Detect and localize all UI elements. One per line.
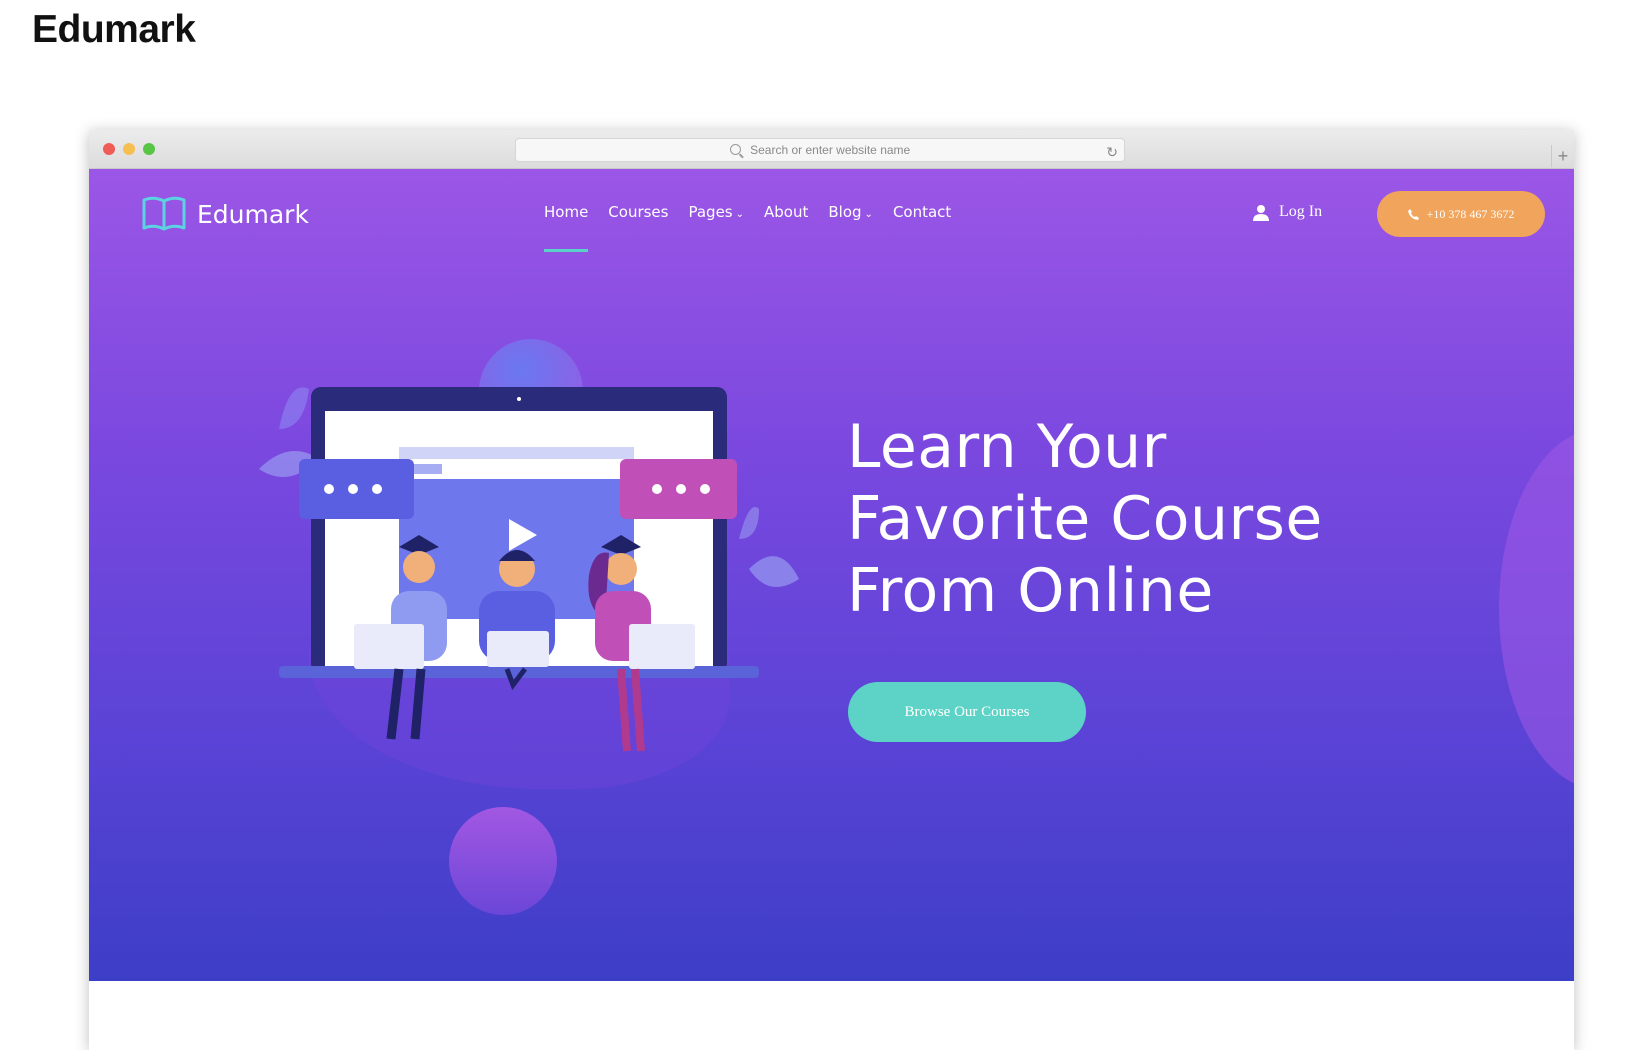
- browser-window: Search or enter website name ↻ + Edumark…: [89, 130, 1574, 1050]
- main-nav: Home Courses Pages ⌄ About Blog ⌄ Contact: [544, 203, 951, 252]
- hero-section: Edumark Home Courses Pages ⌄ About Blog ⌄ …: [89, 169, 1574, 981]
- nav-label: Home: [544, 203, 589, 221]
- nav-item-courses[interactable]: Courses: [608, 203, 668, 221]
- login-link[interactable]: Log In: [1253, 203, 1322, 221]
- phone-button[interactable]: +10 378 467 3672: [1377, 191, 1545, 237]
- chevron-down-icon: ⌄: [735, 209, 745, 220]
- address-placeholder: Search or enter website name: [750, 143, 911, 157]
- user-icon: [1253, 204, 1269, 221]
- new-tab-button[interactable]: +: [1551, 145, 1574, 167]
- nav-label: Pages: [688, 203, 733, 221]
- decorative-blob: [1499, 429, 1574, 789]
- decorative-blob: [449, 807, 557, 915]
- phone-number: +10 378 467 3672: [1426, 206, 1515, 221]
- logo-text: Edumark: [197, 199, 309, 229]
- hero-illustration: [259, 387, 799, 752]
- site-logo[interactable]: Edumark: [141, 195, 309, 233]
- nav-item-pages[interactable]: Pages ⌄: [688, 203, 744, 221]
- chevron-down-icon: ⌄: [864, 209, 873, 220]
- hero-heading-line: Favorite Course: [847, 484, 1323, 554]
- reload-icon[interactable]: ↻: [1106, 141, 1118, 163]
- nav-item-home[interactable]: Home: [544, 203, 589, 252]
- book-icon: [142, 196, 186, 231]
- browse-courses-button[interactable]: Browse Our Courses: [848, 682, 1086, 742]
- hero-heading-line: From Online: [847, 556, 1214, 626]
- nav-label: Contact: [892, 203, 952, 221]
- browser-toolbar: Search or enter website name ↻ +: [89, 130, 1574, 169]
- nav-label: Blog: [828, 203, 862, 221]
- nav-label: About: [764, 203, 809, 221]
- nav-item-contact[interactable]: Contact: [893, 203, 951, 221]
- nav-item-about[interactable]: About: [764, 203, 808, 221]
- login-label: Log In: [1279, 203, 1323, 220]
- page-title: Edumark: [32, 8, 196, 51]
- address-bar[interactable]: Search or enter website name ↻: [515, 138, 1125, 162]
- hero-heading: Learn Your Favorite Course From Online: [847, 411, 1323, 627]
- nav-item-blog[interactable]: Blog ⌄: [828, 203, 873, 221]
- maximize-window-button[interactable]: [143, 143, 155, 155]
- nav-label: Courses: [608, 203, 669, 221]
- search-icon: [729, 144, 741, 155]
- hero-heading-line: Learn Your: [847, 412, 1167, 482]
- phone-icon: [1407, 208, 1419, 220]
- minimize-window-button[interactable]: [123, 143, 135, 155]
- close-window-button[interactable]: [103, 143, 115, 155]
